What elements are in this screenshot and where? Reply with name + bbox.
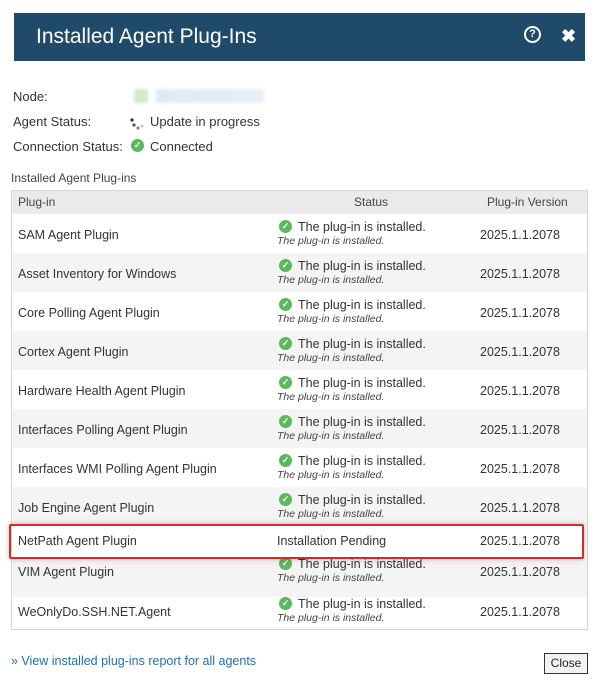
plugin-status-detail: The plug-in is installed. [277, 469, 385, 481]
plugin-version: 2025.1.1.2078 [480, 605, 560, 619]
agent-status-value: Update in progress [150, 114, 260, 129]
plugin-status-detail: The plug-in is installed. [277, 612, 385, 624]
plugin-status: The plug-in is installed. [298, 415, 426, 429]
plugin-version: 2025.1.1.2078 [480, 267, 560, 281]
plugin-status: The plug-in is installed. [298, 376, 426, 390]
table-row[interactable]: Job Engine Agent Plugin ✓ The plug-in is… [12, 487, 587, 526]
plugin-status: The plug-in is installed. [298, 557, 426, 571]
col-header-plugin[interactable]: Plug-in [18, 195, 55, 209]
table-header: Plug-in Status Plug-in Version [12, 191, 587, 214]
check-icon: ✓ [279, 493, 292, 506]
check-icon: ✓ [279, 454, 292, 467]
plugin-version: 2025.1.1.2078 [480, 501, 560, 515]
plugin-version: 2025.1.1.2078 [480, 384, 560, 398]
plugin-status-detail: The plug-in is installed. [277, 274, 385, 286]
table-row[interactable]: SAM Agent Plugin ✓ The plug-in is instal… [12, 214, 587, 253]
table-row[interactable]: WeOnlyDo.SSH.NET.Agent ✓ The plug-in is … [12, 591, 587, 630]
help-icon[interactable]: ? [524, 26, 541, 43]
table-row[interactable]: Cortex Agent Plugin ✓ The plug-in is ins… [12, 331, 587, 370]
plugin-name: Asset Inventory for Windows [18, 267, 177, 281]
highlight-box [9, 524, 584, 559]
node-name-redacted[interactable] [134, 89, 264, 103]
check-icon: ✓ [279, 415, 292, 428]
col-header-version[interactable]: Plug-in Version [487, 195, 568, 209]
plugins-table: Plug-in Status Plug-in Version SAM Agent… [11, 190, 588, 630]
dialog-title: Installed Agent Plug-Ins [36, 25, 257, 48]
plugin-name: WeOnlyDo.SSH.NET.Agent [18, 605, 171, 619]
col-header-status[interactable]: Status [354, 195, 388, 209]
section-label: Installed Agent Plug-ins [11, 171, 137, 185]
plugin-version: 2025.1.1.2078 [480, 228, 560, 242]
plugin-status-detail: The plug-in is installed. [277, 235, 385, 247]
plugin-status: The plug-in is installed. [298, 259, 426, 273]
close-button[interactable]: Close [544, 653, 588, 674]
view-report-link[interactable]: » View installed plug-ins report for all… [11, 654, 256, 668]
table-row[interactable]: Asset Inventory for Windows ✓ The plug-i… [12, 253, 587, 292]
table-row[interactable]: Interfaces WMI Polling Agent Plugin ✓ Th… [12, 448, 587, 487]
plugin-status: The plug-in is installed. [298, 337, 426, 351]
agent-status-label: Agent Status: [13, 114, 92, 129]
plugin-status: The plug-in is installed. [298, 454, 426, 468]
plugin-status: The plug-in is installed. [298, 220, 426, 234]
close-icon[interactable]: ✖ [561, 26, 576, 47]
plugin-status-detail: The plug-in is installed. [277, 430, 385, 442]
plugin-name: Hardware Health Agent Plugin [18, 384, 186, 398]
plugin-status-detail: The plug-in is installed. [277, 391, 385, 403]
check-icon: ✓ [279, 298, 292, 311]
dialog-titlebar: Installed Agent Plug-Ins ? ✖ [14, 13, 585, 61]
plugin-name: Interfaces Polling Agent Plugin [18, 423, 188, 437]
node-label: Node: [13, 89, 48, 104]
plugin-version: 2025.1.1.2078 [480, 565, 560, 579]
plugin-status: The plug-in is installed. [298, 597, 426, 611]
plugin-status: The plug-in is installed. [298, 298, 426, 312]
plugin-version: 2025.1.1.2078 [480, 345, 560, 359]
table-row[interactable]: Interfaces Polling Agent Plugin ✓ The pl… [12, 409, 587, 448]
check-icon: ✓ [279, 376, 292, 389]
plugin-status: The plug-in is installed. [298, 493, 426, 507]
plugin-version: 2025.1.1.2078 [480, 423, 560, 437]
check-icon: ✓ [279, 597, 292, 610]
plugin-name: SAM Agent Plugin [18, 228, 119, 242]
connection-status-label: Connection Status: [13, 139, 123, 154]
check-icon: ✓ [279, 259, 292, 272]
connection-status-value: Connected [150, 139, 213, 154]
table-row[interactable]: Hardware Health Agent Plugin ✓ The plug-… [12, 370, 587, 409]
plugin-name: Core Polling Agent Plugin [18, 306, 160, 320]
plugin-version: 2025.1.1.2078 [480, 462, 560, 476]
plugin-version: 2025.1.1.2078 [480, 306, 560, 320]
spinner-icon [130, 118, 144, 130]
plugin-name: Interfaces WMI Polling Agent Plugin [18, 462, 217, 476]
check-icon: ✓ [131, 139, 144, 152]
plugin-status-detail: The plug-in is installed. [277, 352, 385, 364]
check-icon: ✓ [279, 337, 292, 350]
plugin-name: VIM Agent Plugin [18, 565, 114, 579]
plugin-status-detail: The plug-in is installed. [277, 508, 385, 520]
plugin-status-detail: The plug-in is installed. [277, 572, 385, 584]
plugin-name: Job Engine Agent Plugin [18, 501, 155, 515]
plugin-name: Cortex Agent Plugin [18, 345, 129, 359]
table-row[interactable]: Core Polling Agent Plugin ✓ The plug-in … [12, 292, 587, 331]
plugin-status-detail: The plug-in is installed. [277, 313, 385, 325]
check-icon: ✓ [279, 220, 292, 233]
